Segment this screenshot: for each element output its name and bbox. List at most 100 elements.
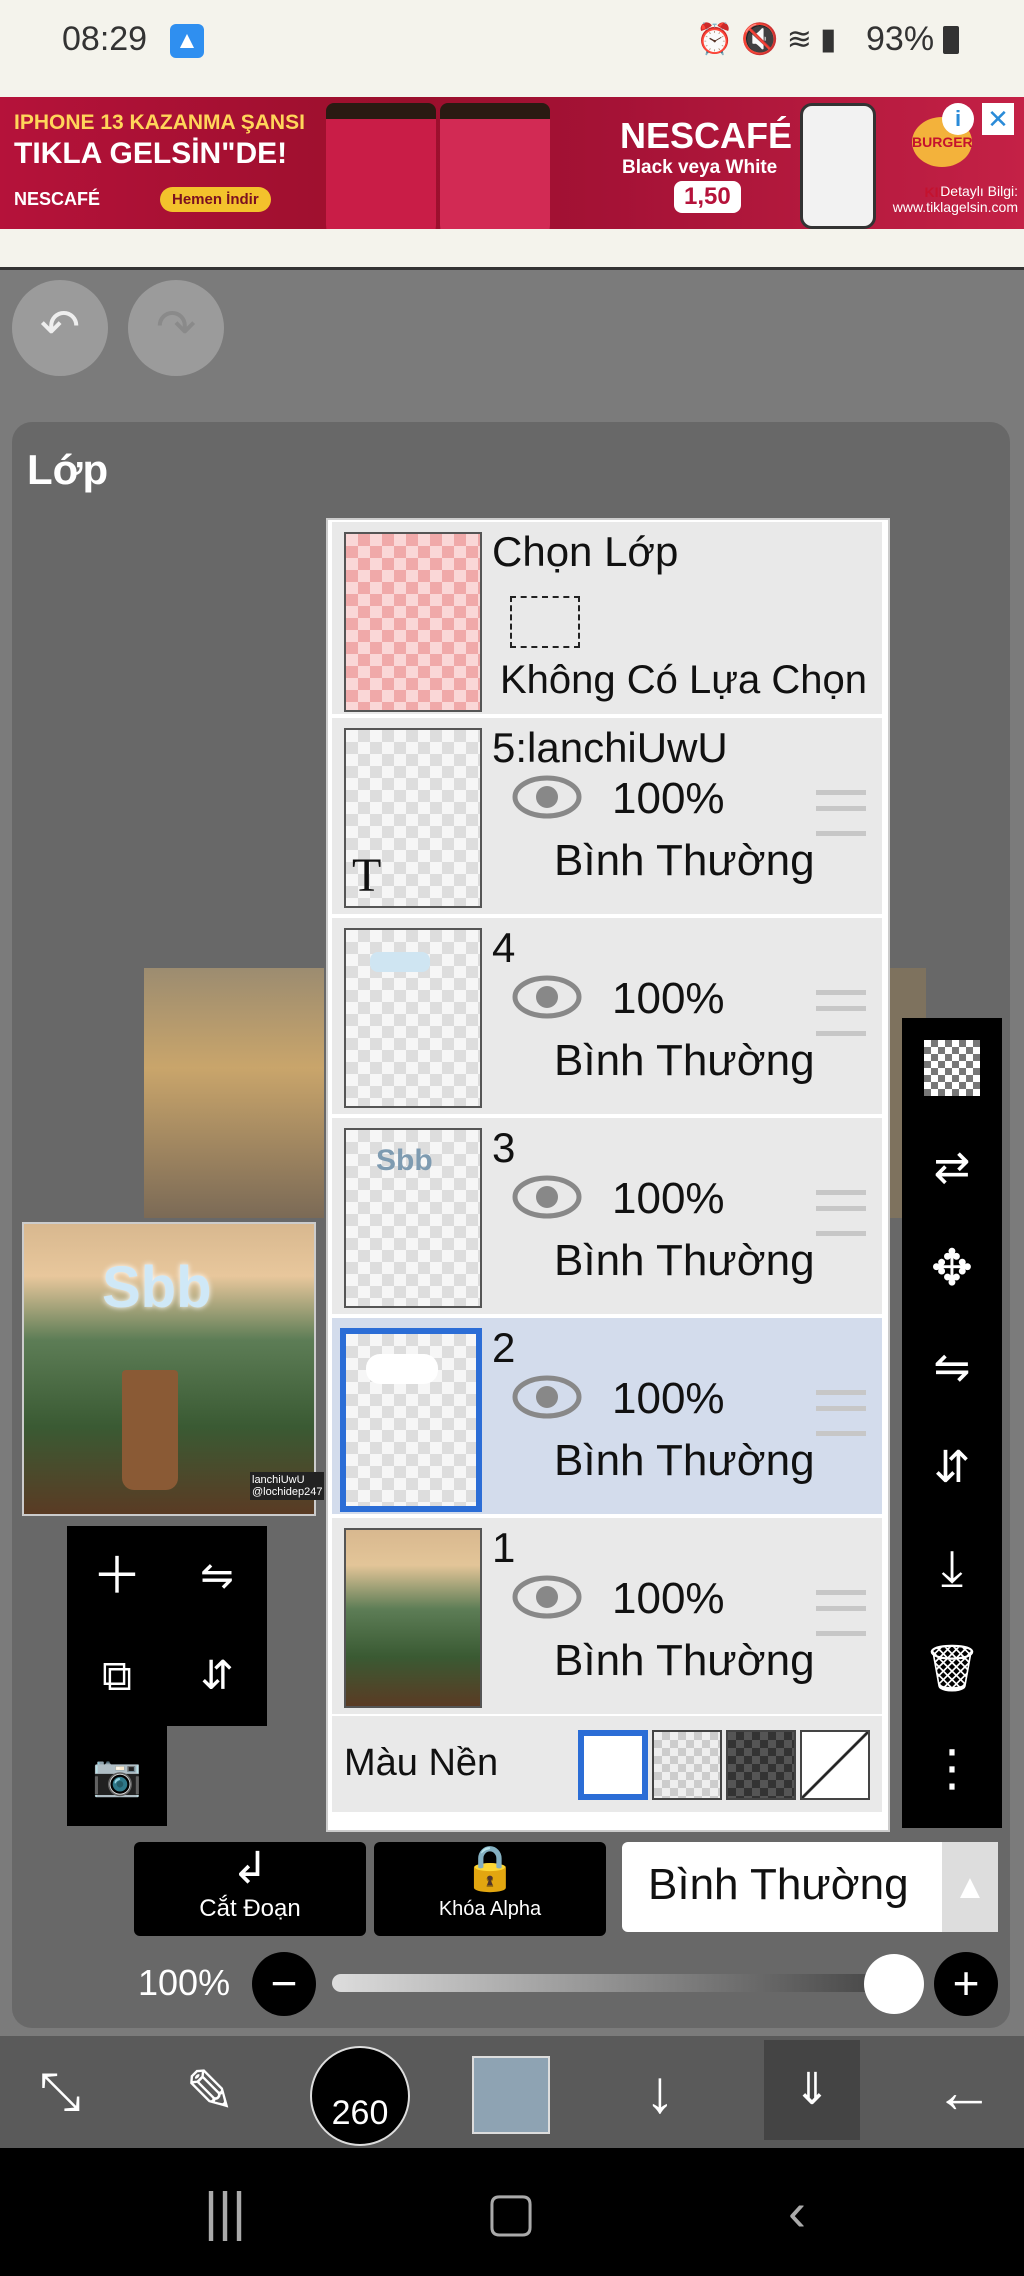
bg-checker-light-swatch[interactable]: [652, 1730, 722, 1800]
ad-phone-image: [800, 103, 876, 229]
selection-layer-row[interactable]: Chọn Lớp Không Có Lựa Chọn: [332, 522, 882, 718]
text-layer-icon: T: [352, 849, 382, 902]
layer-row-2[interactable]: 2 100% Bình Thường: [332, 1318, 882, 1518]
opacity-increase-button[interactable]: +: [934, 1952, 998, 2016]
ad-cta-button[interactable]: Hemen İndir: [160, 187, 271, 212]
layers-collapse-icon[interactable]: ⇓: [764, 2040, 860, 2140]
layer-thumbnail: [340, 1328, 482, 1512]
layer-thumbnail: T: [344, 728, 482, 908]
brush-icon[interactable]: ✎: [150, 2036, 270, 2148]
arrow-down-icon[interactable]: ↓: [600, 2036, 720, 2148]
clipping-button[interactable]: ↲ Cắt Đoạn: [134, 1842, 366, 1936]
add-layer-icon[interactable]: ＋: [67, 1526, 167, 1626]
layer-opacity: 100%: [612, 974, 725, 1023]
thumb-content: [370, 952, 430, 972]
swap-layers-icon[interactable]: ⇄: [902, 1118, 1002, 1218]
ad-details: Detaylı Bilgi: www.tiklagelsin.com: [892, 183, 1018, 215]
back-icon[interactable]: ‹: [742, 2148, 852, 2276]
layer-name: 2: [492, 1324, 516, 1371]
status-icons: ⏰🔇≋▮: [696, 23, 845, 56]
layer-list: Chọn Lớp Không Có Lựa Chọn T 5:lanchiUwU…: [326, 518, 890, 1832]
flip-horizontal-icon[interactable]: ⇋: [167, 1526, 267, 1626]
dropdown-arrow-icon[interactable]: ▲: [942, 1842, 998, 1932]
ad-headline-2: TIKLA GELSİN"DE!: [14, 137, 288, 170]
redo-button[interactable]: ↷: [128, 280, 224, 376]
transform-tool-icon[interactable]: ⤡: [0, 2036, 120, 2148]
ad-separator: [0, 229, 1024, 270]
artwork-canvas[interactable]: [144, 968, 324, 1218]
layer-thumbnail: [344, 928, 482, 1108]
alpha-lock-button[interactable]: 🔒 Khóa Alpha: [374, 1842, 606, 1936]
visibility-eye-icon[interactable]: [512, 974, 582, 1020]
ad-info-icon[interactable]: i: [942, 103, 974, 135]
thumb-text: Sbb: [376, 1144, 433, 1177]
drag-handle-icon[interactable]: [816, 1390, 866, 1436]
layer-blend-mode: Bình Thường: [554, 1236, 815, 1285]
ad-product: NESCAFÉ: [620, 115, 793, 156]
blend-mode-select[interactable]: Bình Thường ▲: [622, 1842, 998, 1932]
flip-vertical-icon[interactable]: ⇵: [902, 1418, 1002, 1518]
more-options-icon[interactable]: ⋮: [902, 1718, 1002, 1818]
visibility-eye-icon[interactable]: [512, 1174, 582, 1220]
layer-row-4[interactable]: 4 100% Bình Thường: [332, 918, 882, 1118]
panel-title: Lớp: [27, 446, 109, 493]
clip-arrow-icon: ↲: [231, 1844, 269, 1893]
selection-status: Không Có Lựa Chọn: [500, 658, 868, 702]
selection-thumbnail: [344, 532, 482, 712]
back-arrow-icon[interactable]: ←: [904, 2036, 1024, 2148]
undo-button[interactable]: ↶: [12, 280, 108, 376]
layer-row-5[interactable]: T 5:lanchiUwU 100% Bình Thường: [332, 718, 882, 918]
layer-actions-toolbar: ⇄ ✥ ⇋ ⇵ ⤓ 🗑 ⋮: [902, 1018, 1002, 1828]
merge-down-icon[interactable]: ⤓: [902, 1518, 1002, 1618]
layer-tool-palette: ＋ ⇋ ⧉ ⇵ 📷: [67, 1526, 267, 1828]
opacity-slider-knob[interactable]: [864, 1954, 924, 2014]
layer-row-3[interactable]: Sbb 3 100% Bình Thường: [332, 1118, 882, 1318]
layer-thumbnail: [344, 1528, 482, 1708]
thumb-content: [366, 1354, 438, 1384]
camera-icon[interactable]: 📷: [67, 1726, 167, 1826]
flip-horizontal-icon[interactable]: ⇋: [902, 1318, 1002, 1418]
battery-percent: 93%: [866, 20, 935, 58]
background-color-row: Màu Nền: [332, 1716, 882, 1812]
layer-name: 4: [492, 924, 516, 971]
move-icon[interactable]: ✥: [902, 1218, 1002, 1318]
bg-none-swatch[interactable]: [800, 1730, 870, 1800]
opacity-decrease-button[interactable]: −: [252, 1952, 316, 2016]
drag-handle-icon[interactable]: [816, 1190, 866, 1236]
home-icon[interactable]: ▢: [456, 2148, 566, 2276]
clipping-label: Cắt Đoạn: [199, 1895, 301, 1922]
artwork-title: Sbb: [102, 1255, 212, 1320]
lock-icon: 🔒: [462, 1844, 518, 1893]
drag-handle-icon[interactable]: [816, 990, 866, 1036]
color-swatch[interactable]: [472, 2056, 550, 2134]
bg-checker-dark-swatch[interactable]: [726, 1730, 796, 1800]
drag-handle-icon[interactable]: [816, 1590, 866, 1636]
drink-glass: [122, 1370, 178, 1490]
recent-apps-icon[interactable]: |||: [170, 2148, 280, 2276]
ad-close-icon[interactable]: ✕: [982, 103, 1014, 135]
ad-cup-image: [440, 103, 550, 245]
ad-banner[interactable]: IPHONE 13 KAZANMA ŞANSI TIKLA GELSİN"DE!…: [0, 97, 1024, 245]
layer-name: 1: [492, 1524, 516, 1571]
background-label: Màu Nền: [344, 1742, 499, 1784]
drag-handle-icon[interactable]: [816, 790, 866, 836]
layer-row-1[interactable]: 1 100% Bình Thường: [332, 1518, 882, 1718]
duplicate-layer-icon[interactable]: ⧉: [67, 1626, 167, 1726]
layer-name: 3: [492, 1124, 516, 1171]
trash-icon[interactable]: 🗑: [902, 1618, 1002, 1718]
layer-opacity: 100%: [612, 1374, 725, 1423]
brush-size-indicator[interactable]: 260: [310, 2046, 410, 2146]
visibility-eye-icon[interactable]: [512, 1374, 582, 1420]
layer-name: 5:lanchiUwU: [492, 724, 728, 771]
artwork-preview: Sbb lanchiUwU @lochidep247: [22, 1222, 325, 1516]
layer-blend-mode: Bình Thường: [554, 1036, 815, 1085]
transparent-checker-icon[interactable]: [902, 1018, 1002, 1118]
bg-white-swatch[interactable]: [578, 1730, 648, 1800]
layer-opacity: 100%: [612, 1574, 725, 1623]
visibility-eye-icon[interactable]: [512, 774, 582, 820]
layer-opacity: 100%: [612, 774, 725, 823]
opacity-slider[interactable]: [332, 1974, 892, 1992]
artwork-signature: lanchiUwU @lochidep247: [250, 1472, 325, 1500]
flip-vertical-icon[interactable]: ⇵: [167, 1626, 267, 1726]
visibility-eye-icon[interactable]: [512, 1574, 582, 1620]
